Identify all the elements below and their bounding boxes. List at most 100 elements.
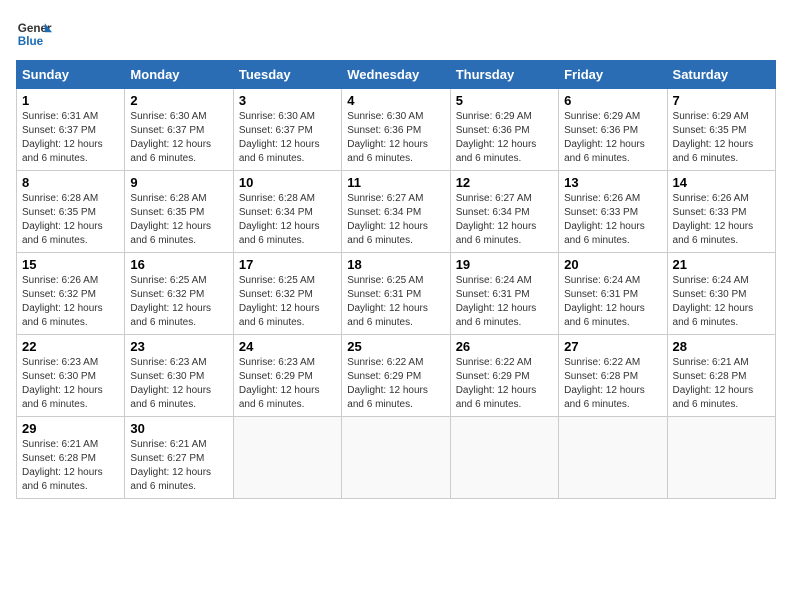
day-number: 28: [673, 339, 770, 354]
cell-info: Sunrise: 6:22 AMSunset: 6:29 PMDaylight:…: [347, 357, 428, 410]
cell-info: Sunrise: 6:28 AMSunset: 6:34 PMDaylight:…: [239, 193, 320, 246]
logo: General Blue: [16, 16, 52, 52]
logo-icon: General Blue: [16, 16, 52, 52]
day-number: 1: [22, 93, 119, 108]
day-header-thursday: Thursday: [450, 61, 558, 89]
day-header-sunday: Sunday: [17, 61, 125, 89]
day-header-wednesday: Wednesday: [342, 61, 450, 89]
calendar-cell: 23 Sunrise: 6:23 AMSunset: 6:30 PMDaylig…: [125, 335, 233, 417]
cell-info: Sunrise: 6:26 AMSunset: 6:33 PMDaylight:…: [564, 193, 645, 246]
calendar-cell: 6 Sunrise: 6:29 AMSunset: 6:36 PMDayligh…: [559, 89, 667, 171]
cell-info: Sunrise: 6:29 AMSunset: 6:36 PMDaylight:…: [456, 111, 537, 164]
day-number: 21: [673, 257, 770, 272]
cell-info: Sunrise: 6:28 AMSunset: 6:35 PMDaylight:…: [22, 193, 103, 246]
cell-info: Sunrise: 6:22 AMSunset: 6:29 PMDaylight:…: [456, 357, 537, 410]
cell-info: Sunrise: 6:30 AMSunset: 6:36 PMDaylight:…: [347, 111, 428, 164]
calendar-cell: 11 Sunrise: 6:27 AMSunset: 6:34 PMDaylig…: [342, 171, 450, 253]
cell-info: Sunrise: 6:24 AMSunset: 6:31 PMDaylight:…: [564, 275, 645, 328]
day-number: 10: [239, 175, 336, 190]
cell-info: Sunrise: 6:21 AMSunset: 6:28 PMDaylight:…: [22, 439, 103, 492]
day-number: 2: [130, 93, 227, 108]
cell-info: Sunrise: 6:26 AMSunset: 6:33 PMDaylight:…: [673, 193, 754, 246]
calendar-cell: 2 Sunrise: 6:30 AMSunset: 6:37 PMDayligh…: [125, 89, 233, 171]
day-number: 4: [347, 93, 444, 108]
cell-info: Sunrise: 6:30 AMSunset: 6:37 PMDaylight:…: [239, 111, 320, 164]
calendar-cell: 8 Sunrise: 6:28 AMSunset: 6:35 PMDayligh…: [17, 171, 125, 253]
calendar-cell: 30 Sunrise: 6:21 AMSunset: 6:27 PMDaylig…: [125, 417, 233, 499]
day-number: 13: [564, 175, 661, 190]
week-row-1: 1 Sunrise: 6:31 AMSunset: 6:37 PMDayligh…: [17, 89, 776, 171]
cell-info: Sunrise: 6:28 AMSunset: 6:35 PMDaylight:…: [130, 193, 211, 246]
cell-info: Sunrise: 6:22 AMSunset: 6:28 PMDaylight:…: [564, 357, 645, 410]
calendar-cell: 12 Sunrise: 6:27 AMSunset: 6:34 PMDaylig…: [450, 171, 558, 253]
calendar-cell: 18 Sunrise: 6:25 AMSunset: 6:31 PMDaylig…: [342, 253, 450, 335]
day-number: 20: [564, 257, 661, 272]
cell-info: Sunrise: 6:30 AMSunset: 6:37 PMDaylight:…: [130, 111, 211, 164]
calendar-cell: 19 Sunrise: 6:24 AMSunset: 6:31 PMDaylig…: [450, 253, 558, 335]
calendar-cell: 10 Sunrise: 6:28 AMSunset: 6:34 PMDaylig…: [233, 171, 341, 253]
calendar-cell: 15 Sunrise: 6:26 AMSunset: 6:32 PMDaylig…: [17, 253, 125, 335]
cell-info: Sunrise: 6:31 AMSunset: 6:37 PMDaylight:…: [22, 111, 103, 164]
cell-info: Sunrise: 6:27 AMSunset: 6:34 PMDaylight:…: [456, 193, 537, 246]
calendar-table: SundayMondayTuesdayWednesdayThursdayFrid…: [16, 60, 776, 499]
calendar-cell: 1 Sunrise: 6:31 AMSunset: 6:37 PMDayligh…: [17, 89, 125, 171]
cell-info: Sunrise: 6:21 AMSunset: 6:27 PMDaylight:…: [130, 439, 211, 492]
calendar-cell: 9 Sunrise: 6:28 AMSunset: 6:35 PMDayligh…: [125, 171, 233, 253]
week-row-4: 22 Sunrise: 6:23 AMSunset: 6:30 PMDaylig…: [17, 335, 776, 417]
cell-info: Sunrise: 6:23 AMSunset: 6:30 PMDaylight:…: [22, 357, 103, 410]
calendar-cell: 29 Sunrise: 6:21 AMSunset: 6:28 PMDaylig…: [17, 417, 125, 499]
calendar-cell: 4 Sunrise: 6:30 AMSunset: 6:36 PMDayligh…: [342, 89, 450, 171]
day-number: 18: [347, 257, 444, 272]
day-number: 24: [239, 339, 336, 354]
calendar-cell: [342, 417, 450, 499]
calendar-cell: 26 Sunrise: 6:22 AMSunset: 6:29 PMDaylig…: [450, 335, 558, 417]
day-number: 14: [673, 175, 770, 190]
week-row-5: 29 Sunrise: 6:21 AMSunset: 6:28 PMDaylig…: [17, 417, 776, 499]
calendar-cell: [450, 417, 558, 499]
calendar-cell: 20 Sunrise: 6:24 AMSunset: 6:31 PMDaylig…: [559, 253, 667, 335]
page-header: General Blue: [16, 16, 776, 52]
calendar-cell: 25 Sunrise: 6:22 AMSunset: 6:29 PMDaylig…: [342, 335, 450, 417]
day-header-monday: Monday: [125, 61, 233, 89]
calendar-cell: [667, 417, 775, 499]
calendar-cell: 17 Sunrise: 6:25 AMSunset: 6:32 PMDaylig…: [233, 253, 341, 335]
calendar-cell: 5 Sunrise: 6:29 AMSunset: 6:36 PMDayligh…: [450, 89, 558, 171]
day-number: 5: [456, 93, 553, 108]
cell-info: Sunrise: 6:27 AMSunset: 6:34 PMDaylight:…: [347, 193, 428, 246]
day-number: 22: [22, 339, 119, 354]
header-row: SundayMondayTuesdayWednesdayThursdayFrid…: [17, 61, 776, 89]
day-number: 8: [22, 175, 119, 190]
svg-text:Blue: Blue: [18, 35, 44, 48]
day-number: 6: [564, 93, 661, 108]
week-row-2: 8 Sunrise: 6:28 AMSunset: 6:35 PMDayligh…: [17, 171, 776, 253]
calendar-cell: 28 Sunrise: 6:21 AMSunset: 6:28 PMDaylig…: [667, 335, 775, 417]
day-number: 16: [130, 257, 227, 272]
day-number: 25: [347, 339, 444, 354]
day-number: 23: [130, 339, 227, 354]
cell-info: Sunrise: 6:26 AMSunset: 6:32 PMDaylight:…: [22, 275, 103, 328]
day-number: 3: [239, 93, 336, 108]
day-header-tuesday: Tuesday: [233, 61, 341, 89]
day-number: 15: [22, 257, 119, 272]
calendar-cell: 21 Sunrise: 6:24 AMSunset: 6:30 PMDaylig…: [667, 253, 775, 335]
cell-info: Sunrise: 6:23 AMSunset: 6:29 PMDaylight:…: [239, 357, 320, 410]
day-number: 17: [239, 257, 336, 272]
cell-info: Sunrise: 6:23 AMSunset: 6:30 PMDaylight:…: [130, 357, 211, 410]
day-number: 9: [130, 175, 227, 190]
cell-info: Sunrise: 6:29 AMSunset: 6:35 PMDaylight:…: [673, 111, 754, 164]
day-number: 27: [564, 339, 661, 354]
cell-info: Sunrise: 6:24 AMSunset: 6:30 PMDaylight:…: [673, 275, 754, 328]
cell-info: Sunrise: 6:25 AMSunset: 6:31 PMDaylight:…: [347, 275, 428, 328]
day-number: 12: [456, 175, 553, 190]
calendar-cell: 27 Sunrise: 6:22 AMSunset: 6:28 PMDaylig…: [559, 335, 667, 417]
cell-info: Sunrise: 6:29 AMSunset: 6:36 PMDaylight:…: [564, 111, 645, 164]
calendar-cell: [559, 417, 667, 499]
calendar-cell: 13 Sunrise: 6:26 AMSunset: 6:33 PMDaylig…: [559, 171, 667, 253]
day-number: 26: [456, 339, 553, 354]
calendar-cell: 3 Sunrise: 6:30 AMSunset: 6:37 PMDayligh…: [233, 89, 341, 171]
day-header-friday: Friday: [559, 61, 667, 89]
calendar-cell: 16 Sunrise: 6:25 AMSunset: 6:32 PMDaylig…: [125, 253, 233, 335]
calendar-cell: 7 Sunrise: 6:29 AMSunset: 6:35 PMDayligh…: [667, 89, 775, 171]
cell-info: Sunrise: 6:25 AMSunset: 6:32 PMDaylight:…: [130, 275, 211, 328]
day-header-saturday: Saturday: [667, 61, 775, 89]
